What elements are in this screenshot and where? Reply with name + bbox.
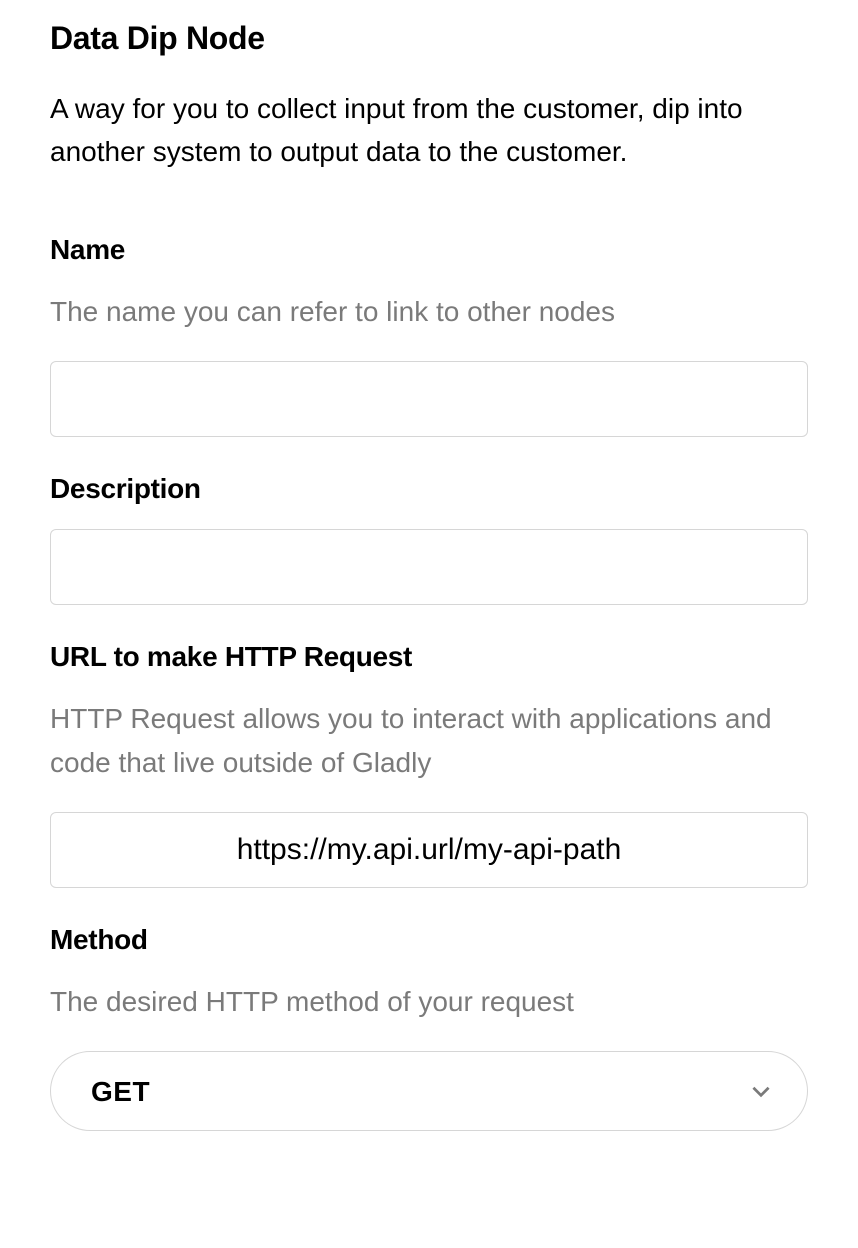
page-title: Data Dip Node: [50, 20, 808, 57]
url-help: HTTP Request allows you to interact with…: [50, 697, 808, 784]
method-help: The desired HTTP method of your request: [50, 980, 808, 1023]
url-label: URL to make HTTP Request: [50, 641, 808, 673]
page-subtitle: A way for you to collect input from the …: [50, 87, 808, 174]
method-select-wrap: GET: [50, 1051, 808, 1131]
name-field-group: Name The name you can refer to link to o…: [50, 234, 808, 437]
description-field-group: Description: [50, 473, 808, 605]
description-input[interactable]: [50, 529, 808, 605]
url-input[interactable]: [50, 812, 808, 888]
url-field-group: URL to make HTTP Request HTTP Request al…: [50, 641, 808, 888]
method-select[interactable]: GET: [50, 1051, 808, 1131]
name-label: Name: [50, 234, 808, 266]
method-field-group: Method The desired HTTP method of your r…: [50, 924, 808, 1131]
name-help: The name you can refer to link to other …: [50, 290, 808, 333]
method-label: Method: [50, 924, 808, 956]
description-label: Description: [50, 473, 808, 505]
name-input[interactable]: [50, 361, 808, 437]
